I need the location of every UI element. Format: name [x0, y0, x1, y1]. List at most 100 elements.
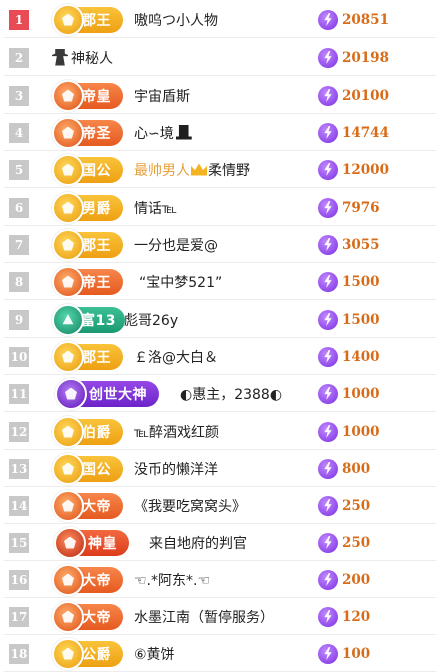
user-name[interactable]: “宝中梦521” [139, 272, 222, 292]
medal-icon [52, 116, 84, 149]
rank-number: 9 [9, 309, 29, 330]
badge-label: 郡王 [82, 12, 111, 29]
rank-number: 16 [9, 569, 29, 590]
rank-title-badge: 国公 [52, 153, 123, 186]
score-value: 7976 [342, 199, 380, 216]
rank-number: 18 [9, 643, 29, 664]
rank-number: 13 [9, 458, 29, 479]
leaderboard-row[interactable]: 13 国公 没币的懒洋洋 800 [0, 450, 440, 487]
leaderboard-row[interactable]: 10 郡王 ￡洛@大白＆ 1400 [0, 338, 440, 375]
lightning-icon [318, 159, 338, 180]
badge-label: 大帝 [82, 609, 111, 626]
leaderboard-row[interactable]: 4 帝圣 心∽境 14744 [0, 114, 440, 151]
score-value: 1500 [342, 311, 380, 328]
score: 1400 [318, 346, 380, 367]
user-name[interactable]: ℡醉酒戏红颜 [134, 422, 219, 442]
leaderboard-row[interactable]: 15 神皇 来自地府的判官 250 [0, 524, 440, 561]
rank-title-badge: 大帝 [52, 563, 123, 596]
user-name[interactable]: 嗷呜つ小人物 [134, 10, 218, 30]
lightning-icon [318, 383, 338, 404]
score-value: 20851 [342, 11, 389, 28]
badge-label: 创世大神 [89, 386, 147, 403]
rank-title-badge: 创世大神 [55, 377, 159, 410]
score: 100 [318, 643, 371, 664]
score-value: 100 [342, 645, 371, 662]
user-name-prefix: 最帅男人 [134, 162, 190, 179]
rank-title-badge: 郡王 [52, 3, 123, 36]
user-name[interactable]: 柔情野 [208, 163, 250, 179]
user-name[interactable]: ￡洛@大白＆ [134, 347, 218, 367]
medal-icon [52, 563, 84, 596]
rank-number: 10 [9, 346, 29, 367]
leaderboard-row[interactable]: 12 伯爵 ℡醉酒戏红颜 1000 [0, 413, 440, 450]
leaderboard-row[interactable]: 14 大帝 《我要吃窝窝头》 250 [0, 487, 440, 524]
user-name[interactable]: 神秘人 [71, 51, 113, 67]
badge-label: 男爵 [82, 200, 111, 217]
score: 1000 [318, 383, 380, 404]
lightning-icon [318, 495, 338, 516]
leaderboard-row[interactable]: 9 富13 彪哥26y 1500 [0, 301, 440, 338]
leaderboard-row[interactable]: 3 帝皇 宇宙盾斯 20100 [0, 77, 440, 114]
rank-title-badge: 郡王 [52, 228, 123, 261]
rank-title-badge: 公爵 [52, 637, 123, 670]
lightning-icon [318, 234, 338, 255]
score-value: 250 [342, 497, 371, 514]
medal-icon [52, 3, 84, 36]
badge-label: 大帝 [82, 572, 111, 589]
score-value: 250 [342, 534, 371, 551]
leaderboard-row[interactable]: 5 国公 最帅男人 柔情野 12000 [0, 151, 440, 188]
user-name[interactable]: 没币的懒洋洋 [134, 459, 218, 479]
score: 20100 [318, 85, 389, 106]
score: 200 [318, 569, 370, 590]
user-name[interactable]: ⑥黄饼 [134, 644, 175, 664]
user-name-wrap: 神秘人 [52, 48, 113, 68]
rank-number: 6 [9, 197, 29, 218]
badge-label: 富13 [81, 312, 116, 329]
user-name[interactable]: 情话℡ [134, 198, 177, 218]
badge-label: 帝皇 [82, 88, 111, 105]
leaderboard-row[interactable]: 11 创世大神 ◐惠主，2388◐ 1000 [0, 375, 440, 412]
leaderboard-row[interactable]: 2 神秘人 20198 [0, 39, 440, 76]
rank-title-badge: 郡王 [52, 340, 123, 373]
badge-label: 大帝 [82, 498, 111, 515]
medal-icon [52, 452, 84, 485]
leaderboard-row[interactable]: 17 大帝 水墨江南（暂停服务） 120 [0, 598, 440, 635]
user-name[interactable]: 《我要吃窝窝头》 [134, 496, 246, 516]
user-name-wrap: 心∽境 [134, 123, 192, 143]
rank-number: 14 [9, 495, 29, 516]
leaderboard-row[interactable]: 16 大帝 ☜.*阿东*.☜ 200 [0, 561, 440, 598]
medal-icon [52, 79, 84, 112]
user-name[interactable]: ☜.*阿东*.☜ [134, 570, 210, 590]
leaderboard-row[interactable]: 18 公爵 ⑥黄饼 100 [0, 635, 440, 672]
user-name-wrap: 最帅男人 柔情野 [134, 160, 250, 180]
leaderboard-row[interactable]: 1 郡王 嗷呜つ小人物 20851 [0, 1, 440, 38]
score: 1500 [318, 271, 380, 292]
leaderboard-row[interactable]: 7 郡王 一分也是爱@ 3055 [0, 226, 440, 263]
user-name[interactable]: 水墨江南（暂停服务） [134, 607, 274, 627]
medal-icon [52, 153, 84, 186]
medal-icon [52, 265, 84, 298]
badge-label: 国公 [82, 461, 111, 478]
score: 20851 [318, 9, 389, 30]
medal-icon [52, 303, 84, 336]
user-name[interactable]: ◐惠主，2388◐ [180, 384, 282, 404]
leaderboard-row[interactable]: 6 男爵 情话℡ 7976 [0, 189, 440, 226]
medal-icon [54, 526, 86, 559]
rank-title-badge: 男爵 [52, 191, 123, 224]
lightning-icon [318, 458, 338, 479]
badge-label: 国公 [82, 162, 111, 179]
rank-title-badge: 大帝 [52, 600, 123, 633]
user-name[interactable]: 来自地府的判官 [149, 533, 247, 553]
user-name[interactable]: 一分也是爱@ [134, 235, 218, 255]
medal-icon [52, 637, 84, 670]
user-name[interactable]: 心∽境 [134, 126, 174, 142]
score: 3055 [318, 234, 380, 255]
user-name[interactable]: 宇宙盾斯 [134, 86, 190, 106]
leaderboard-row[interactable]: 8 帝王 “宝中梦521” 1500 [0, 263, 440, 300]
score-value: 20100 [342, 87, 389, 104]
user-name[interactable]: 彪哥26y [124, 310, 178, 330]
score: 12000 [318, 159, 389, 180]
lightning-icon [318, 271, 338, 292]
score: 1000 [318, 421, 380, 442]
score-value: 12000 [342, 161, 389, 178]
